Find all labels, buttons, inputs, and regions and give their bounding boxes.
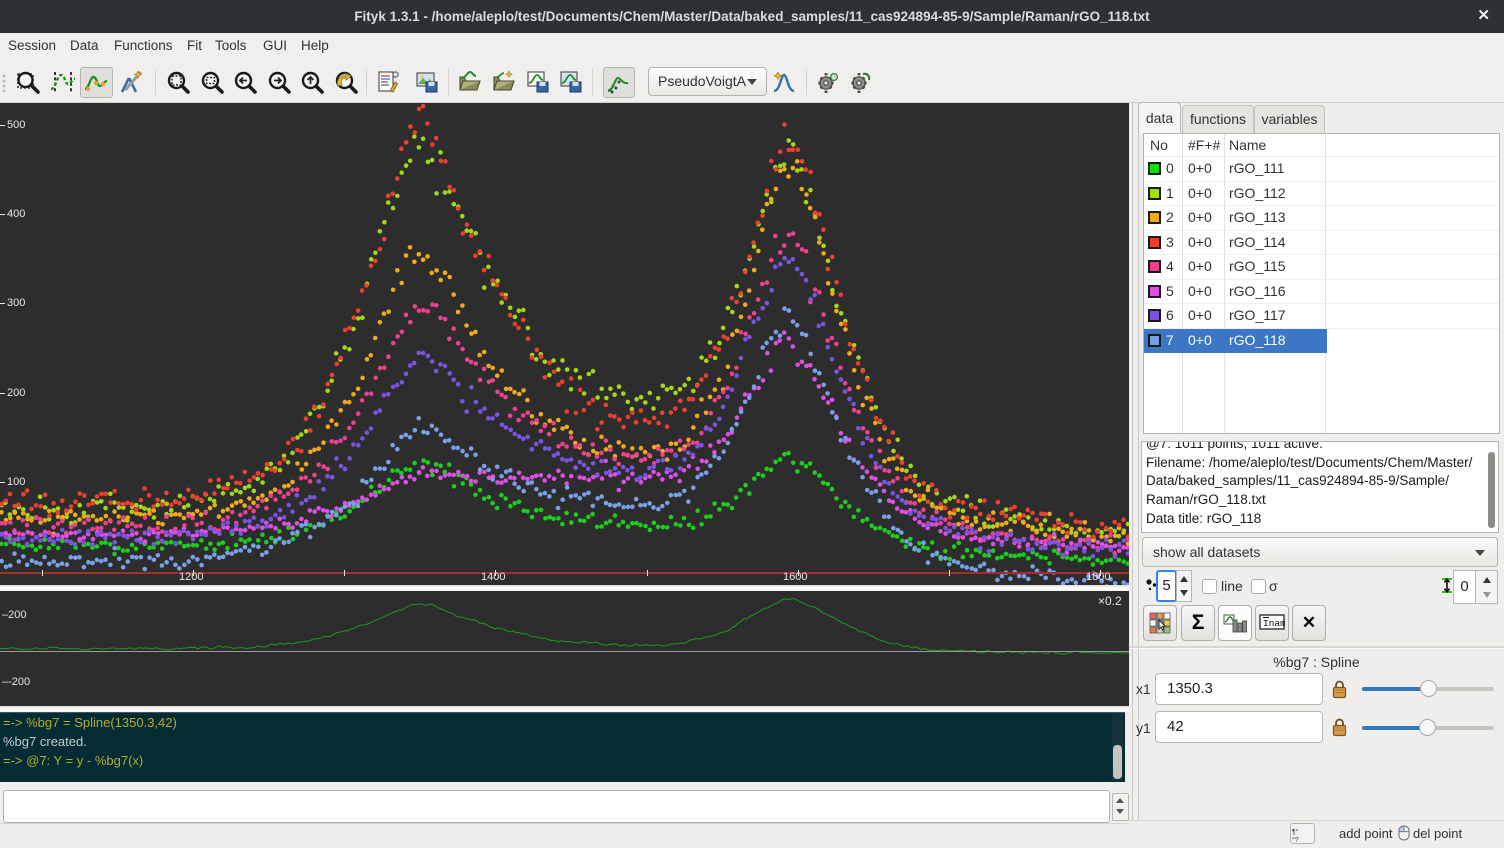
- svg-text:¶°: ¶°: [1292, 828, 1299, 836]
- svg-text:Inam: Inam: [1263, 618, 1285, 629]
- svg-text:°?: °?: [1292, 836, 1299, 843]
